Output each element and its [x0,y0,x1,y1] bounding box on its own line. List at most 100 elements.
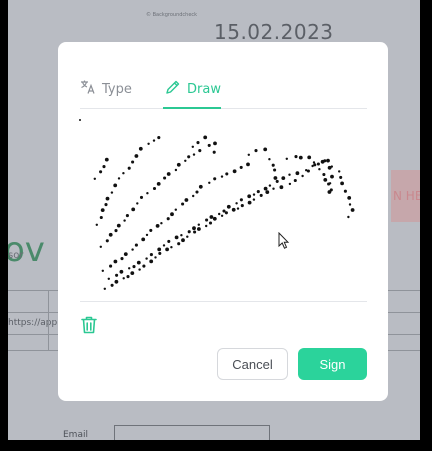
signature-dot [192,194,195,198]
signature-dot [181,238,185,243]
signature-dot [130,271,135,275]
signature-dot [136,202,139,205]
signature-dot [311,164,314,168]
signature-dot [294,155,298,159]
signature-dot [101,269,104,272]
signature-dot [226,204,231,209]
signature-dot [222,209,226,213]
tab-draw[interactable]: Draw [163,70,221,109]
signature-dot [123,252,128,256]
signature-dot [114,229,118,233]
signature-dot [110,283,114,287]
signature-dot [155,224,160,228]
pencil-icon [165,79,181,99]
signature-dot [347,196,352,200]
signature-dot [126,275,130,279]
signature-dot [191,145,194,148]
signature-dot [327,165,332,170]
signature-dot [174,208,177,211]
signature-dot [187,230,191,234]
signature-dot [218,212,221,216]
signature-dot [347,215,350,219]
signature-dot [110,191,114,194]
signature-dot [327,190,332,194]
signature-dot [343,189,347,193]
signature-dot [205,218,209,222]
signature-dot [139,195,144,199]
signature-drawing [79,119,355,290]
signature-dot [330,174,334,179]
doc-email-box [114,425,270,440]
translate-icon [80,79,96,99]
signature-dot [318,168,321,171]
signature-dot [288,173,291,176]
canvas-divider [80,301,367,302]
signature-dot [208,144,211,147]
signature-dot [165,247,169,252]
signature-dot [213,141,217,146]
signature-dot [156,182,161,186]
signature-dot [104,203,108,207]
signature-dot [272,187,275,190]
signature-dot [136,260,141,265]
signature-dot [339,175,343,179]
signature-dot [163,176,167,180]
signature-dot [307,155,312,160]
signature-dot [166,172,171,176]
sign-button[interactable]: Sign [298,348,367,380]
signature-dot [203,135,208,140]
signature-dot [138,146,143,151]
signature-dot [281,176,286,180]
signature-dot [263,186,268,191]
signature-dot [195,190,199,194]
signature-dot [268,158,271,161]
signature-dot [246,162,250,167]
doc-url-text: https://app.o [8,318,66,328]
signature-dot [232,169,237,174]
signature-dot [197,223,200,226]
signature-dot [252,193,256,196]
signature-dot [149,259,154,264]
signature-dot [198,184,203,189]
signature-dot [338,170,341,173]
cancel-button[interactable]: Cancel [217,348,288,380]
signature-dot [252,198,256,201]
signature-dot [259,193,263,197]
signature-dot [122,277,125,280]
signature-dot [149,228,153,232]
signature-canvas[interactable] [76,114,368,300]
signature-dot [167,239,171,243]
tab-type[interactable]: Type [80,70,132,108]
signature-dot [131,160,135,164]
signature-dot [268,184,272,187]
signature-dot [208,221,213,225]
signature-dot [298,155,303,160]
signature-dot [288,182,292,186]
signature-dot [322,172,326,177]
trash-icon[interactable] [80,315,98,335]
signature-dot [99,170,103,174]
signature-dot [239,165,243,169]
signature-dot [213,177,217,181]
signature-dot [131,248,134,251]
signature-dot [122,172,125,175]
signature-dot [147,142,150,145]
doc-email-label: Email [63,430,88,440]
signature-dot [174,235,179,240]
signature-dot [186,235,189,238]
signature-dot [131,207,136,212]
signature-dot [123,219,126,222]
signature-dot [102,165,106,169]
signature-dot [236,207,240,210]
signature-dot [115,273,119,277]
signature-dot [312,161,316,164]
signature-dot [187,155,191,159]
signature-dot [350,208,355,212]
doc-date: 15.02.2023 [214,20,334,44]
signature-dot [247,194,252,199]
signature-dot [134,243,138,247]
signature-dot [114,279,119,284]
signature-tabs: Type Draw [80,70,367,109]
signature-dot [125,214,129,218]
signature-dot [196,141,200,145]
